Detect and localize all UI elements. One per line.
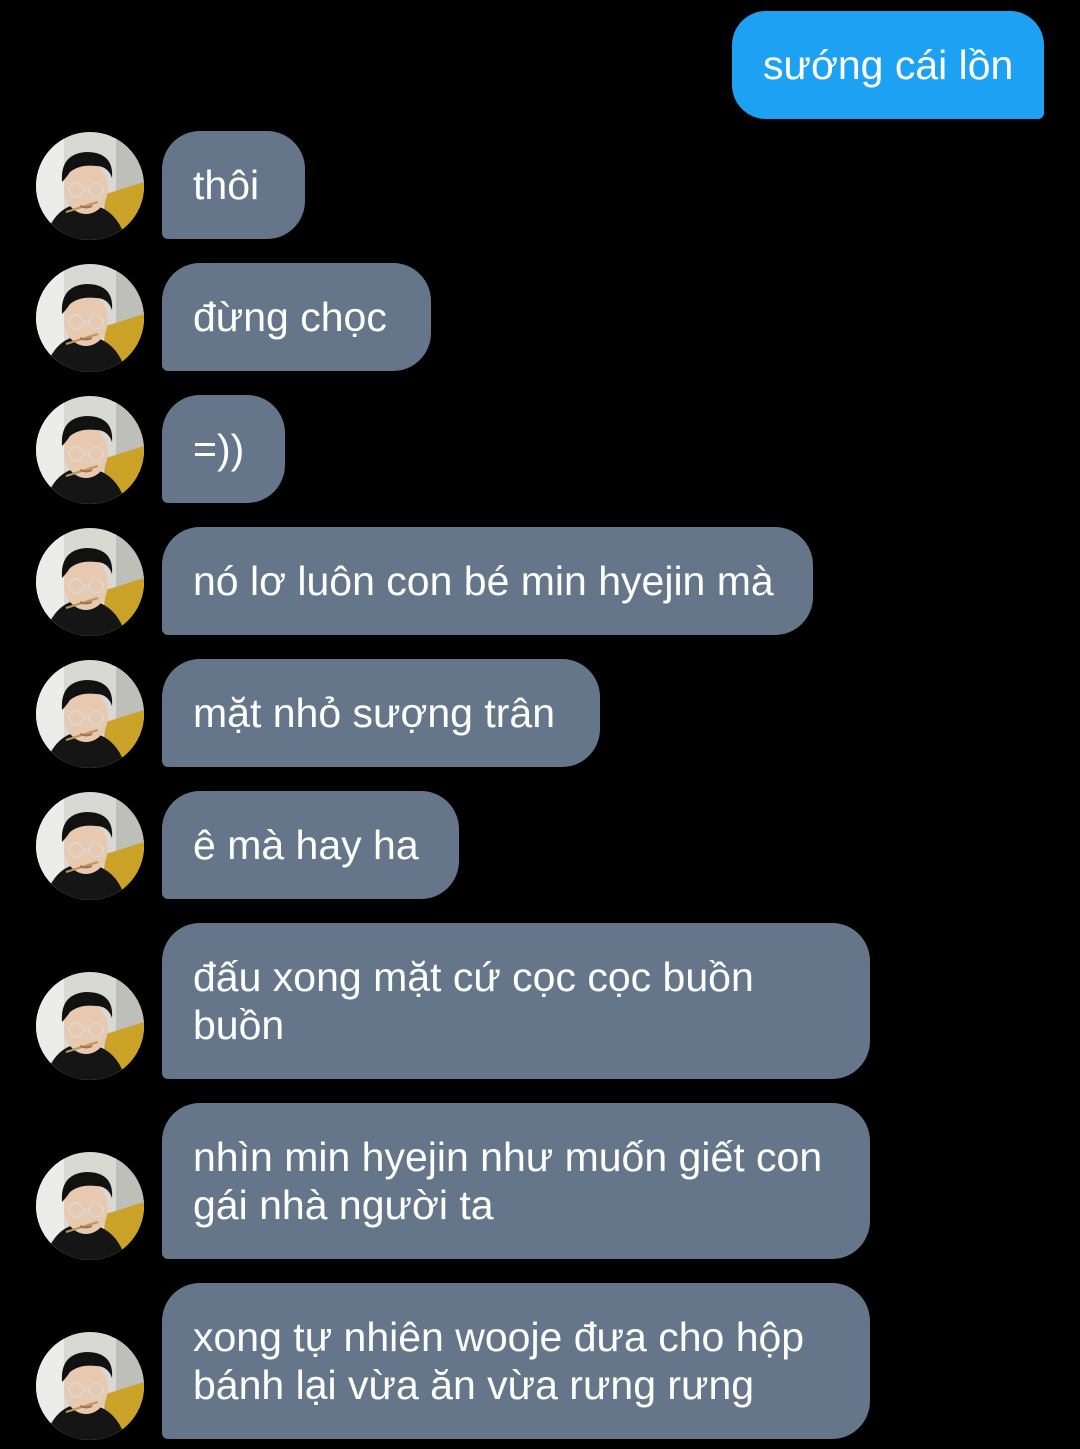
avatar-photo-icon xyxy=(36,1152,144,1260)
message-bubble-received[interactable]: đừng chọc xyxy=(162,263,431,371)
message-bubble-received[interactable]: đấu xong mặt cứ cọc cọc buồn buồn xyxy=(162,923,870,1079)
contact-avatar[interactable] xyxy=(36,528,144,636)
message-text: sướng cái lồn xyxy=(763,42,1014,88)
contact-avatar[interactable] xyxy=(36,972,144,1080)
message-bubble-received[interactable]: mặt nhỏ sượng trân xyxy=(162,659,600,767)
message-bubble-received[interactable]: thôi xyxy=(162,131,305,239)
contact-avatar[interactable] xyxy=(36,1332,144,1440)
message-text: mặt nhỏ sượng trân xyxy=(193,690,556,736)
contact-avatar[interactable] xyxy=(36,792,144,900)
contact-avatar[interactable] xyxy=(36,660,144,768)
message-text: đấu xong mặt cứ cọc cọc buồn buồn xyxy=(193,954,754,1048)
avatar-photo-icon xyxy=(36,396,144,504)
contact-avatar[interactable] xyxy=(36,132,144,240)
message-text: xong tự nhiên wooje đưa cho hộp bánh lại… xyxy=(193,1314,805,1408)
message-bubble-received[interactable]: ê mà hay ha xyxy=(162,791,459,899)
avatar-photo-icon xyxy=(36,972,144,1080)
avatar-photo-icon xyxy=(36,660,144,768)
message-text: =)) xyxy=(193,426,245,472)
message-text: thôi xyxy=(193,162,260,208)
message-bubble-received[interactable]: =)) xyxy=(162,395,285,503)
avatar-photo-icon xyxy=(36,132,144,240)
contact-avatar[interactable] xyxy=(36,264,144,372)
avatar-photo-icon xyxy=(36,528,144,636)
message-text: nhìn min hyejin như muốn giết con gái nh… xyxy=(193,1134,823,1228)
contact-avatar[interactable] xyxy=(36,1152,144,1260)
chat-thread: sướng cái lồn thôi đừng chọc =)) nó lơ l… xyxy=(0,0,1080,1449)
message-text: ê mà hay ha xyxy=(193,822,419,868)
message-text: nó lơ luôn con bé min hyejin mà xyxy=(193,558,774,604)
message-bubble-sent[interactable]: sướng cái lồn xyxy=(732,11,1044,119)
message-bubble-received[interactable]: nhìn min hyejin như muốn giết con gái nh… xyxy=(162,1103,870,1259)
message-bubble-received[interactable]: nó lơ luôn con bé min hyejin mà xyxy=(162,527,813,635)
message-text: đừng chọc xyxy=(193,294,387,340)
contact-avatar[interactable] xyxy=(36,396,144,504)
message-bubble-received[interactable]: xong tự nhiên wooje đưa cho hộp bánh lại… xyxy=(162,1283,870,1439)
avatar-photo-icon xyxy=(36,264,144,372)
avatar-photo-icon xyxy=(36,792,144,900)
avatar-photo-icon xyxy=(36,1332,144,1440)
